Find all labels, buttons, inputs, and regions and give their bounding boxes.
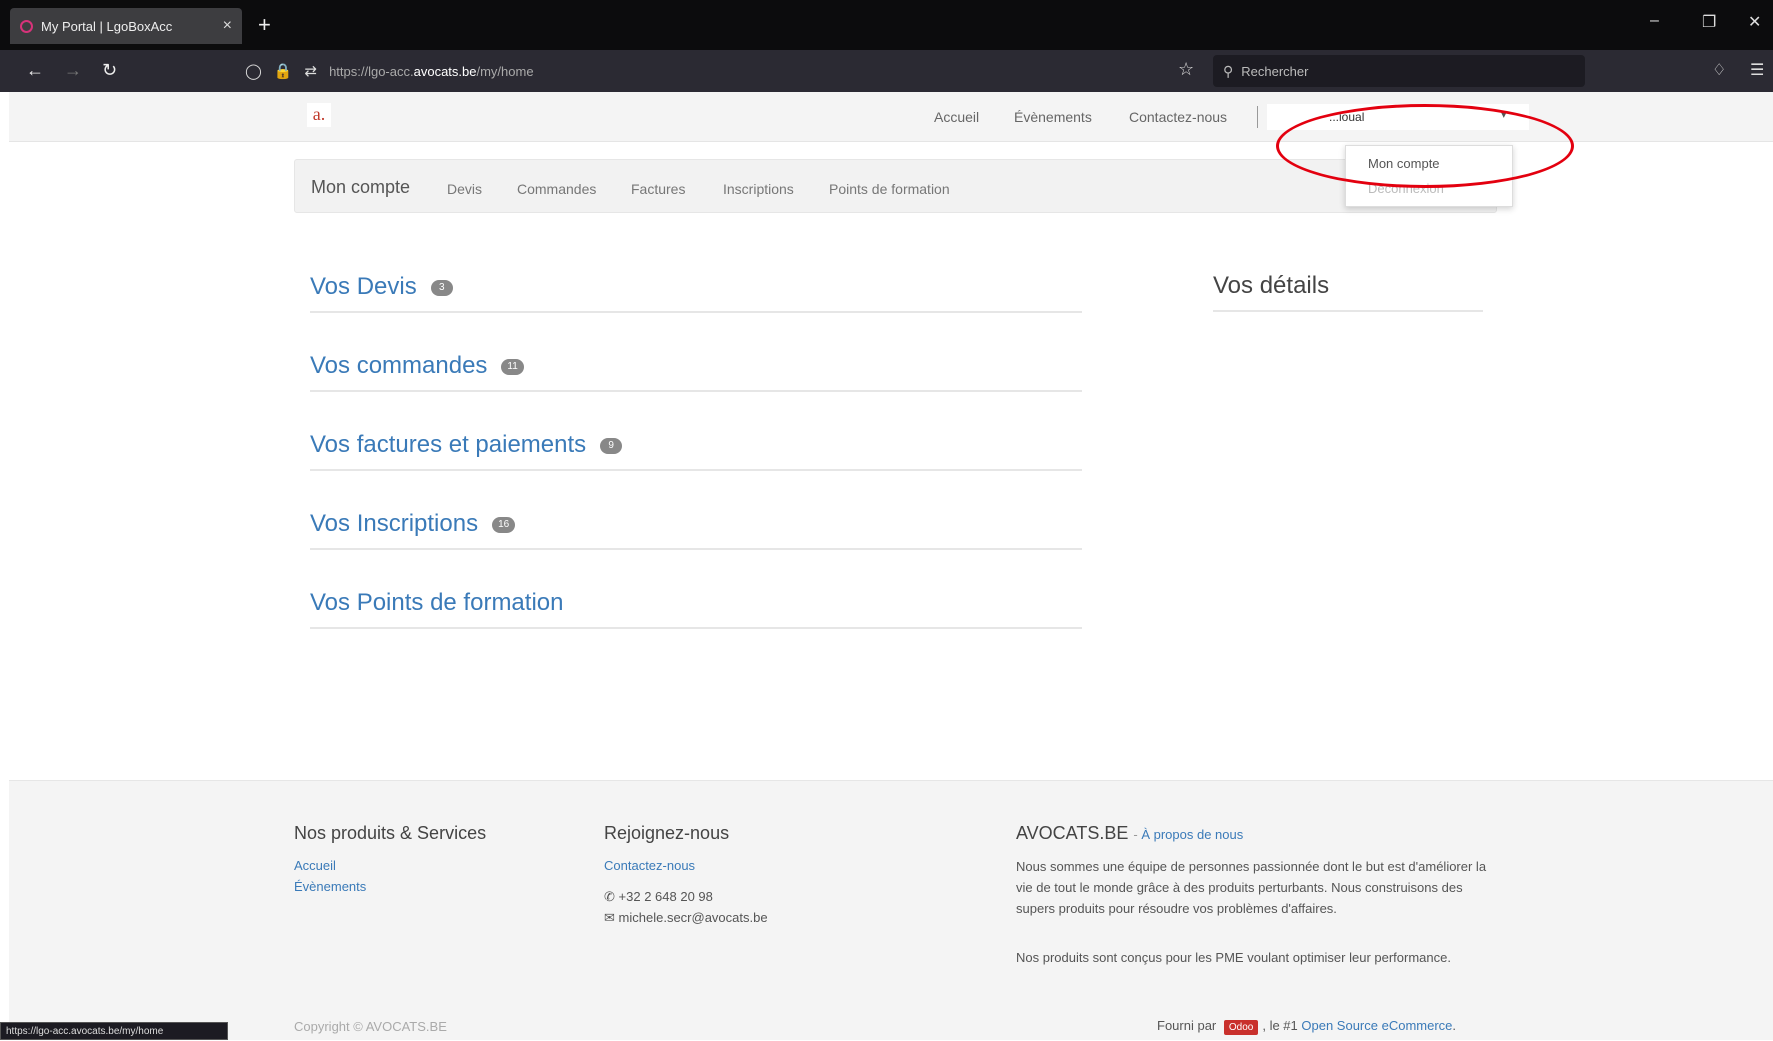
section-factures-link[interactable]: Vos factures et paiements: [310, 431, 586, 458]
footer-powered-by: Fourni par Odoo, le #1 Open Source eComm…: [1157, 1018, 1457, 1035]
address-bar[interactable]: ◯ 🔒 ⇄ https://lgo-acc.avocats.be/my/home: [245, 56, 1190, 86]
footer-ecommerce-link[interactable]: Open Source eCommerce: [1301, 1018, 1452, 1033]
browser-search-input[interactable]: ⚲ Rechercher: [1213, 55, 1585, 87]
chevron-down-icon[interactable]: ▾: [1501, 108, 1507, 121]
section-factures: Vos factures et paiements 9: [310, 415, 1082, 471]
inscriptions-count-badge: 16: [492, 516, 516, 533]
nav-contactez-nous[interactable]: Contactez-nous: [1129, 109, 1227, 125]
section-points-de-formation: Vos Points de formation: [310, 573, 1082, 629]
section-devis-link[interactable]: Vos Devis: [310, 273, 417, 300]
browser-navbar: ← → ↻ ◯ 🔒 ⇄ https://lgo-acc.avocats.be/m…: [0, 50, 1773, 92]
section-inscriptions-link[interactable]: Vos Inscriptions: [310, 510, 478, 537]
lock-icon: 🔒: [273, 63, 293, 80]
search-icon: ⚲: [1223, 62, 1234, 79]
site-header: a. Accueil Évènements Contactez-nous ...…: [9, 92, 1773, 142]
window-close-icon[interactable]: ✕: [1748, 12, 1761, 32]
footer-phone: ✆ +32 2 648 20 98: [604, 889, 713, 904]
forward-arrow-icon[interactable]: →: [64, 60, 82, 81]
breadcrumb-commandes[interactable]: Commandes: [517, 181, 596, 197]
phone-icon: ✆: [604, 889, 615, 904]
commandes-count-badge: 11: [501, 358, 524, 375]
bookmark-star-icon[interactable]: ☆: [1178, 59, 1194, 80]
site-favicon-icon: [20, 19, 33, 33]
close-tab-icon[interactable]: ×: [223, 17, 232, 35]
breadcrumb-factures[interactable]: Factures: [631, 181, 685, 197]
section-commandes-link[interactable]: Vos commandes: [310, 352, 487, 379]
site-logo[interactable]: a.: [307, 103, 331, 127]
footer-products-paragraph: Nos produits sont conçus pour les PME vo…: [1016, 950, 1451, 965]
pocket-icon[interactable]: ♢: [1712, 60, 1726, 80]
odoo-logo[interactable]: Odoo: [1223, 1020, 1259, 1035]
footer-copyright: Copyright © AVOCATS.BE: [294, 1019, 447, 1034]
envelope-icon: ✉: [604, 910, 615, 925]
breadcrumb-points-de-formation[interactable]: Points de formation: [829, 181, 950, 197]
section-commandes: Vos commandes 11: [310, 336, 1082, 392]
account-breadcrumb: Mon compte Devis Commandes Factures Insc…: [294, 159, 1497, 213]
tab-title: My Portal | LgoBoxAcc: [41, 18, 173, 34]
breadcrumb-devis[interactable]: Devis: [447, 181, 482, 197]
menu-icon[interactable]: ☰: [1750, 60, 1764, 80]
section-inscriptions: Vos Inscriptions 16: [310, 494, 1082, 550]
new-tab-button[interactable]: +: [258, 12, 271, 38]
reload-icon[interactable]: ↻: [102, 60, 117, 81]
shield-icon: ◯: [245, 63, 262, 80]
user-menu-toggle[interactable]: ...ioual: [1267, 104, 1529, 130]
details-panel: Vos détails: [1213, 256, 1483, 312]
footer-email[interactable]: ✉ michele.secr@avocats.be: [604, 910, 768, 926]
permissions-icon: ⇄: [304, 63, 318, 80]
url-text: https://lgo-acc.avocats.be/my/home: [329, 63, 534, 79]
footer-join-title: Rejoignez-nous: [604, 823, 730, 843]
footer-about-paragraph: Nous sommes une équipe de personnes pass…: [1016, 859, 1487, 916]
site-footer: Nos produits & Services Accueil Évènemen…: [9, 780, 1773, 1040]
footer-link-evenements[interactable]: Évènements: [294, 879, 366, 894]
section-devis: Vos Devis 3: [310, 257, 1082, 313]
footer-company-title: AVOCATS.BE - À propos de nous: [1016, 823, 1244, 843]
factures-count-badge: 9: [600, 437, 623, 454]
browser-tab[interactable]: My Portal | LgoBoxAcc ×: [10, 8, 242, 44]
nav-evenements[interactable]: Évènements: [1014, 109, 1092, 125]
footer-about-link[interactable]: À propos de nous: [1141, 827, 1243, 842]
back-arrow-icon[interactable]: ←: [26, 60, 44, 81]
user-dropdown-menu: Mon compte Déconnexion: [1345, 145, 1513, 207]
details-title: Vos détails: [1213, 272, 1330, 299]
footer-products-title: Nos produits & Services: [294, 823, 487, 843]
footer-link-accueil[interactable]: Accueil: [294, 858, 336, 873]
breadcrumb-inscriptions[interactable]: Inscriptions: [723, 181, 794, 197]
restore-icon[interactable]: ❐: [1702, 12, 1716, 32]
nav-divider: [1257, 106, 1258, 128]
breadcrumb-title: Mon compte: [311, 177, 411, 197]
menu-item-mon-compte[interactable]: Mon compte: [1368, 156, 1440, 171]
browser-status-url: https://lgo-acc.avocats.be/my/home: [0, 1022, 228, 1040]
menu-item-deconnexion[interactable]: Déconnexion: [1368, 181, 1444, 196]
user-name: ...ioual: [1329, 110, 1365, 124]
devis-count-badge: 3: [430, 279, 453, 296]
minimize-icon[interactable]: –: [1650, 12, 1659, 30]
section-points-link[interactable]: Vos Points de formation: [310, 589, 563, 617]
browser-tabbar: My Portal | LgoBoxAcc × + – ❐ ✕: [0, 0, 1773, 50]
footer-link-contact[interactable]: Contactez-nous: [604, 858, 695, 873]
nav-accueil[interactable]: Accueil: [934, 109, 979, 125]
